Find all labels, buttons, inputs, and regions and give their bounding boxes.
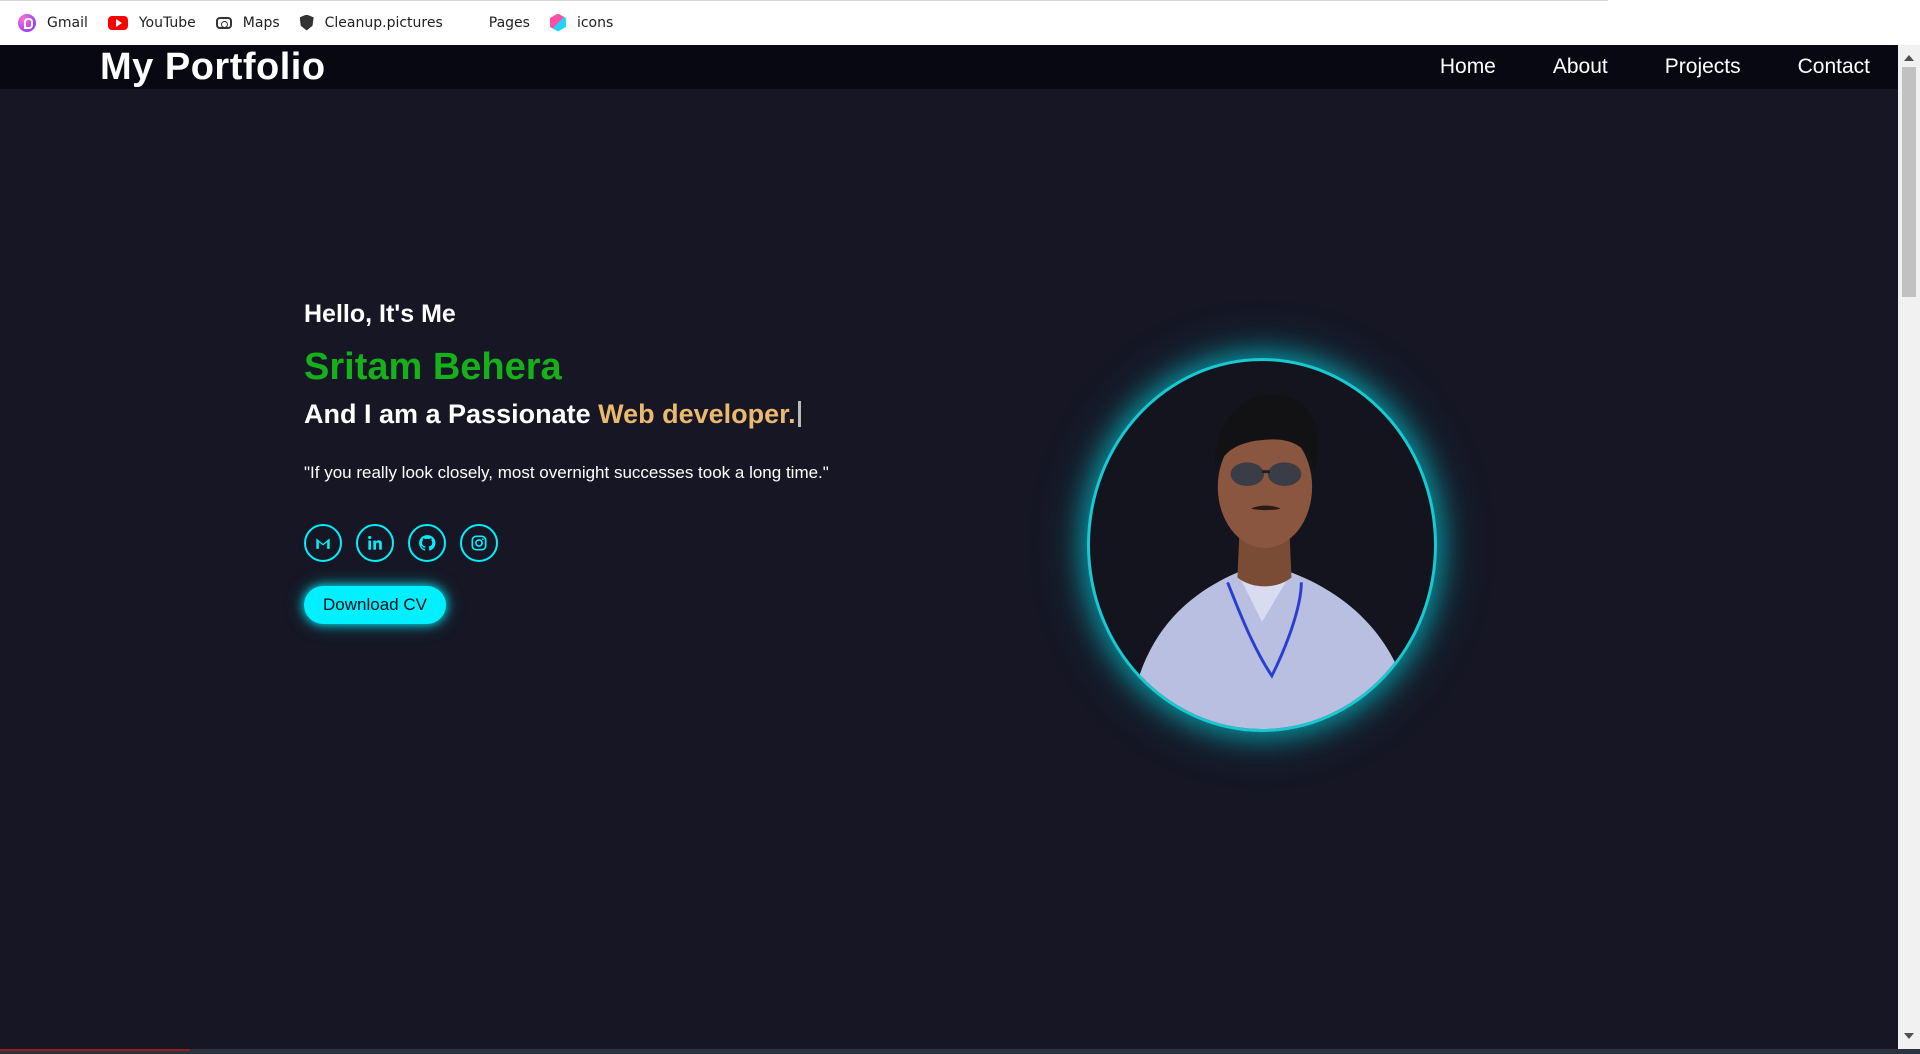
bookmark-cleanup-pictures[interactable]: Cleanup.pictures xyxy=(299,8,443,38)
hero-role-typed: Web developer. xyxy=(598,399,796,429)
hero-quote: "If you really look closely, most overni… xyxy=(304,463,829,482)
shield-icon xyxy=(299,14,314,31)
bookmark-icons[interactable]: icons xyxy=(549,8,614,38)
hero-section: Hello, It's Me Sritam Behera And I am a … xyxy=(304,296,1004,624)
bottom-strip xyxy=(0,1049,1920,1054)
download-cv-button[interactable]: Download CV xyxy=(304,586,446,624)
bookmark-pages[interactable]: Pages xyxy=(489,8,530,38)
github-link[interactable] xyxy=(408,524,446,562)
scroll-up-arrow-icon[interactable] xyxy=(1904,55,1914,61)
bookmark-maps[interactable]: Maps xyxy=(215,8,280,38)
nav-contact[interactable]: Contact xyxy=(1798,55,1870,79)
bookmark-label: Pages xyxy=(488,14,530,31)
bookmark-label: Cleanup.pictures xyxy=(324,14,443,31)
bookmark-label: Maps xyxy=(242,14,280,31)
navbar: My Portfolio Home About Projects Contact xyxy=(0,45,1898,89)
instagram-icon xyxy=(471,535,487,551)
hero-greeting: Hello, It's Me xyxy=(304,300,456,328)
person-portrait-image xyxy=(1129,394,1415,729)
linkedin-icon xyxy=(368,535,382,550)
scroll-thumb[interactable] xyxy=(1902,67,1916,297)
instagram-link[interactable] xyxy=(460,524,498,562)
social-links xyxy=(304,524,1004,562)
bottom-strip-accent xyxy=(0,1049,190,1051)
cube-icon xyxy=(549,13,566,32)
nav-home[interactable]: Home xyxy=(1440,55,1496,79)
profile-photo xyxy=(1087,358,1437,732)
typing-caret xyxy=(797,401,801,427)
bookmark-youtube[interactable]: YouTube xyxy=(107,8,196,38)
nav-about[interactable]: About xyxy=(1553,55,1608,79)
maps-icon xyxy=(215,16,232,29)
bookmark-label: icons xyxy=(576,14,614,31)
gmail-profile-icon xyxy=(18,13,36,32)
bookmark-gmail[interactable]: Gmail xyxy=(18,8,88,38)
gmail-link[interactable] xyxy=(304,524,342,562)
linkedin-link[interactable] xyxy=(356,524,394,562)
hero-role: And I am a Passionate Web developer. xyxy=(304,394,1004,434)
hero-name: Sritam Behera xyxy=(304,346,562,388)
github-icon xyxy=(419,535,436,551)
page-scrollbar[interactable] xyxy=(1898,45,1920,1049)
site-logo[interactable]: My Portfolio xyxy=(100,45,326,89)
nav-links: Home About Projects Contact xyxy=(1383,45,1870,89)
scroll-down-arrow-icon[interactable] xyxy=(1904,1033,1914,1039)
bookmarks-bar: Gmail YouTube Maps Cleanup.pictures Page… xyxy=(0,0,1920,45)
hero-role-prefix: And I am a Passionate xyxy=(304,399,599,429)
gmail-icon xyxy=(316,538,330,549)
bookmark-label: YouTube xyxy=(138,14,196,31)
bookmarks-top-border xyxy=(0,0,1608,1)
youtube-icon xyxy=(107,15,128,30)
bookmark-label: Gmail xyxy=(47,14,88,31)
nav-projects[interactable]: Projects xyxy=(1665,55,1741,79)
